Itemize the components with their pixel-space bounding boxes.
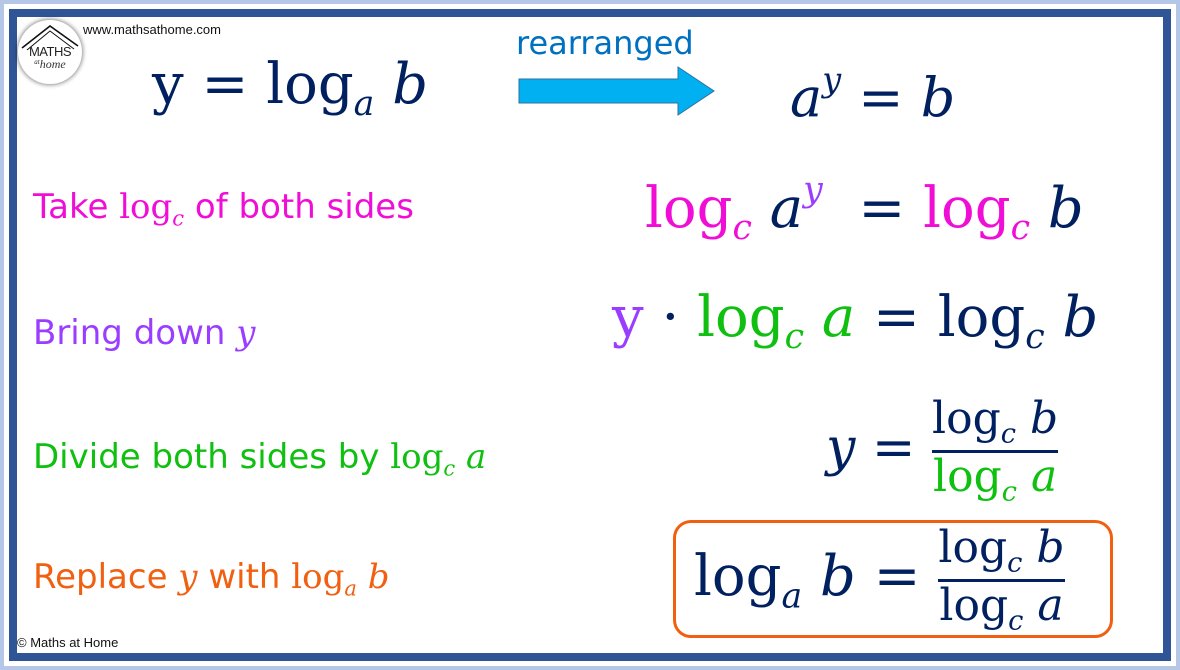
maths-at-home-logo: MATHS athome [18, 20, 82, 84]
right-arrow-icon [518, 66, 715, 116]
step-2-label: Bring down y [33, 313, 256, 353]
denominator: logc a [933, 451, 1058, 508]
step-1-label: Take logc of both sides [33, 187, 414, 231]
step-3-equation: y = logc b logc a [826, 393, 1059, 508]
change-of-base-formula: loga b = logc b logc a [694, 522, 1065, 637]
original-equation: y = loga b [152, 52, 429, 125]
numerator: logc b [932, 393, 1059, 450]
site-url: www.mathsathome.com [83, 22, 221, 37]
step-4-label: Replace y with loga b [33, 557, 390, 601]
step-3-label: Divide both sides by logc a [33, 437, 487, 481]
fraction: logc b logc a [932, 393, 1059, 508]
rearranged-label: rearranged [516, 24, 694, 62]
exponential-equation: ay = b [790, 60, 956, 130]
denominator: logc a [939, 580, 1064, 637]
step-1-equation: logc ay = logc b [645, 170, 1084, 249]
step-2-equation: y · logc a = logc b [612, 285, 1099, 358]
fraction: logc b logc a [938, 522, 1065, 637]
numerator: logc b [938, 522, 1065, 579]
copyright-notice: © Maths at Home [17, 635, 119, 650]
logo-home-text: athome [34, 57, 66, 71]
